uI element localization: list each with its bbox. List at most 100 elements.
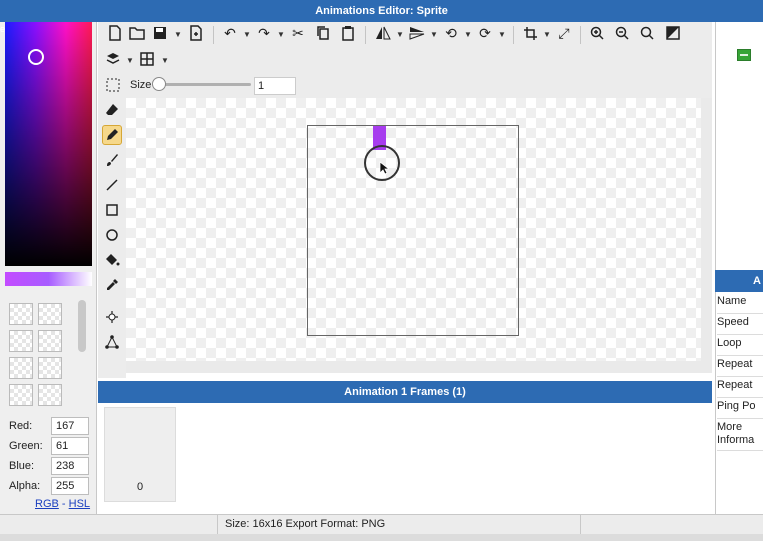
properties-header: A [715,270,763,292]
property-ping-pong[interactable]: Ping Po [717,400,763,419]
resize-icon[interactable]: ⤢ [555,24,573,42]
swatch[interactable] [9,303,33,325]
canvas-horizontal-scrollbar[interactable] [126,361,701,373]
size-slider-thumb[interactable] [152,77,166,91]
window-bottom-edge [0,534,763,541]
sprite-canvas[interactable] [307,125,519,336]
color-mode-links: RGB - HSL [35,498,90,510]
selection-marquee-icon[interactable] [104,76,122,94]
property-more-info[interactable]: More Informa [717,421,763,451]
layers-dropdown-caret[interactable]: ▼ [126,56,134,65]
swatch[interactable] [9,384,33,406]
pan-icon[interactable] [102,307,122,327]
properties-header-label: A [753,275,761,287]
swatch[interactable] [9,330,33,352]
eyedropper-icon[interactable] [102,275,122,295]
swatch[interactable] [9,357,33,379]
rotate-right-icon[interactable]: ⟳ [476,24,494,42]
animation-strip-icon[interactable] [737,49,751,61]
paste-icon[interactable] [339,24,357,42]
color-picker-handle[interactable] [28,49,44,65]
grid-dropdown-caret[interactable]: ▼ [161,56,169,65]
layers-icon[interactable] [104,50,122,68]
export-icon[interactable] [187,24,205,42]
fill-contrast-icon[interactable] [664,24,682,42]
property-speed[interactable]: Speed [717,316,763,335]
frames-list [98,403,712,514]
green-field[interactable]: 61 [51,437,89,455]
frames-panel-title: Animation 1 Frames (1) [344,386,466,398]
rotate-left-dropdown-caret[interactable]: ▼ [464,30,472,39]
brush-icon[interactable] [102,150,122,170]
rgb-mode-link[interactable]: RGB [35,498,59,510]
crop-icon[interactable] [521,24,539,42]
window-titlebar: Animations Editor: Sprite [0,0,763,22]
size-label: Size [130,79,152,91]
rotate-left-icon[interactable]: ⟲ [442,24,460,42]
status-text: Size: 16x16 Export Format: PNG [225,518,386,530]
alpha-field[interactable]: 255 [51,477,89,495]
mouse-pointer-icon [379,161,391,178]
swatch[interactable] [38,303,62,325]
flip-vertical-icon[interactable] [408,24,426,42]
alpha-row: Alpha: 255 [9,477,89,495]
copy-icon[interactable] [314,24,332,42]
hue-slider[interactable] [5,272,92,286]
property-repeat[interactable]: Repeat [717,358,763,377]
hsl-mode-link[interactable]: HSL [69,498,90,510]
color-swatches [9,303,69,409]
undo-dropdown-caret[interactable]: ▼ [243,30,251,39]
zoom-out-icon[interactable] [613,24,631,42]
color-saturation-field[interactable] [5,22,92,266]
toolbar-divider [580,26,581,44]
red-label: Red: [9,420,33,432]
frame-thumbnail[interactable]: 0 [104,407,176,502]
pencil-icon[interactable] [102,125,122,145]
paint-bucket-icon[interactable] [102,250,122,270]
green-row: Green: 61 [9,437,89,455]
blue-label: Blue: [9,460,35,472]
status-bar: Size: 16x16 Export Format: PNG [0,514,763,535]
ellipse-icon[interactable] [102,225,122,245]
flip-dropdown-caret[interactable]: ▼ [396,30,404,39]
grid-icon[interactable] [138,50,156,68]
status-divider [580,515,581,535]
save-dropdown-caret[interactable]: ▼ [174,30,182,39]
redo-dropdown-caret[interactable]: ▼ [277,30,285,39]
zoom-fit-icon[interactable] [638,24,656,42]
crop-dropdown-caret[interactable]: ▼ [543,30,551,39]
zoom-in-icon[interactable] [588,24,606,42]
swatch[interactable] [38,384,62,406]
alpha-label: Alpha: [9,480,41,492]
property-loop[interactable]: Loop [717,337,763,356]
swatch[interactable] [38,330,62,352]
vertices-icon[interactable] [102,332,122,352]
canvas-vertical-scrollbar[interactable] [701,98,712,373]
size-slider-track[interactable] [155,83,251,86]
red-field[interactable]: 167 [51,417,89,435]
new-file-icon[interactable] [106,24,124,42]
flip-horizontal-icon[interactable] [374,24,392,42]
blue-field[interactable]: 238 [51,457,89,475]
status-divider [217,515,218,535]
rectangle-icon[interactable] [102,200,122,220]
eraser-icon[interactable] [102,100,122,120]
property-repeat-delay[interactable]: Repeat [717,379,763,398]
undo-icon[interactable]: ↶ [221,24,239,42]
rotate-right-dropdown-caret[interactable]: ▼ [498,30,506,39]
cut-icon[interactable]: ✂ [289,24,307,42]
toolbar-divider [513,26,514,44]
property-name[interactable]: Name [717,295,763,314]
flip-vertical-dropdown-caret[interactable]: ▼ [430,30,438,39]
size-input[interactable]: 1 [254,77,296,95]
line-icon[interactable] [102,175,122,195]
swatches-scrollbar[interactable] [78,300,86,352]
toolbar-divider [365,26,366,44]
mode-separator: - [61,498,66,510]
redo-icon[interactable]: ↷ [255,24,273,42]
green-label: Green: [9,440,43,452]
blue-row: Blue: 238 [9,457,89,475]
open-folder-icon[interactable] [128,24,146,42]
save-icon[interactable] [151,24,169,42]
swatch[interactable] [38,357,62,379]
